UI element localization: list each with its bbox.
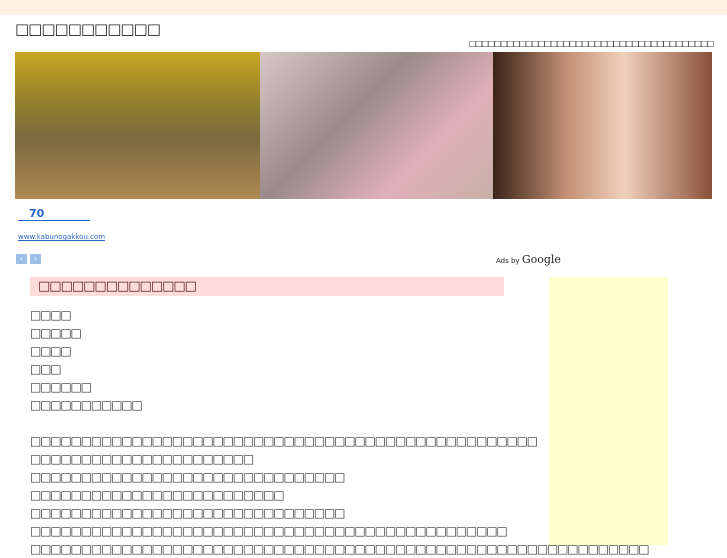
article-heading: □□□□□□□□□□□□□□	[30, 277, 504, 296]
list-item: □□□□□□	[30, 380, 92, 394]
paragraph-line: □□□□□□□□□□□□□□□□□□□□□□	[30, 452, 254, 466]
top-bar	[0, 0, 727, 15]
banner-image-autumn-path	[15, 52, 260, 199]
paragraph-line: □□□□□□□□□□□□□□□□□□□□□□□□□□□□□□□	[30, 506, 345, 520]
prev-arrow-icon[interactable]: ‹	[16, 254, 27, 264]
list-item: □□□□□□□□□□□	[30, 398, 143, 412]
ad-url[interactable]: www.kabunogakkou.com	[18, 233, 105, 241]
paragraph-line: □□□□□□□□□□□□□□□□□□□□□□□□□	[30, 488, 285, 502]
site-title[interactable]: □□□□□□□□□□□	[15, 20, 161, 38]
banner-image-glass-hands	[260, 52, 493, 199]
banner-image-woman	[493, 52, 712, 199]
next-arrow-icon[interactable]: ›	[30, 254, 41, 264]
paragraph-line: □□□□□□□□□□□□□□□□□□□□□□□□□□□□□□□	[30, 470, 345, 484]
site-tagline: □□□□□□□□□□□□□□□□□□□□□□□□□□□□□□□□□□□□□□□	[468, 39, 714, 48]
header-banner	[15, 52, 712, 199]
paragraph-line: □□□□□□□□□□□□□□□□□□□□□□□□□□□□□□□□□□□□□□□□…	[30, 524, 508, 538]
paragraph-line: □□□□□□□□□□□□□□□□□□□□□□□□□□□□□□□□□□□□□□□□…	[30, 542, 650, 556]
list-item: □□□□□	[30, 326, 82, 340]
ads-by-google[interactable]: Ads by Google	[496, 253, 561, 266]
list-item: □□□□	[30, 344, 72, 358]
paragraph-line: □□□□□□□□□□□□□□□□□□□□□□□□□□□□□□□□□□□□□□□□…	[30, 434, 538, 448]
google-logo: Google	[521, 253, 561, 266]
list-item: □□□	[30, 362, 62, 376]
ad-link[interactable]: 70	[18, 207, 90, 221]
article-body: □□□□ □□□□□ □□□□ □□□ □□□□□□ □□□□□□□□□□□ □…	[30, 306, 650, 558]
ad-nav: ‹ ›	[16, 254, 41, 264]
list-item: □□□□	[30, 308, 72, 322]
ads-by-label: Ads by	[496, 257, 520, 265]
